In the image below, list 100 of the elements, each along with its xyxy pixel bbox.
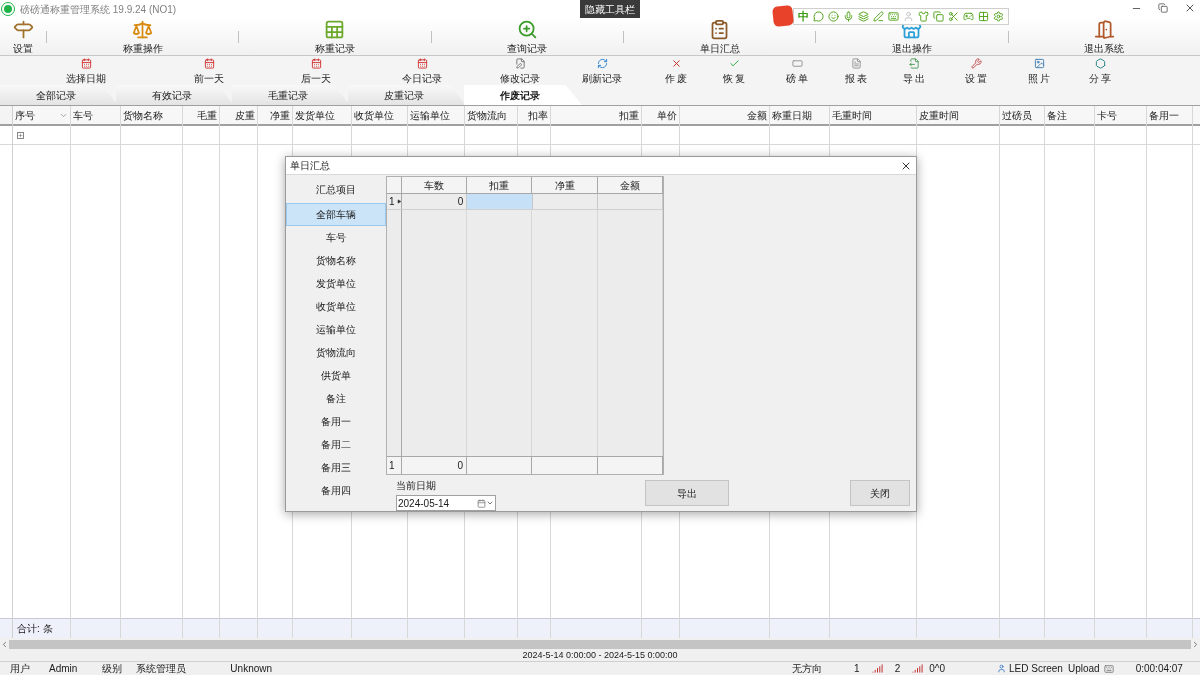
column-header[interactable]: 货物流向 [465,106,517,126]
column-header[interactable]: 卡号 [1095,106,1146,126]
footer-cell [258,618,292,638]
toolbar-button[interactable]: 修改记录 [492,56,548,86]
toolbar-button[interactable]: 报 表 [828,56,884,86]
tab[interactable]: 有效记录 [116,85,234,105]
dialog-title: 单日汇总 [290,159,330,173]
microphone-icon[interactable] [843,10,854,22]
list-item[interactable]: 收货单位 [286,295,386,318]
column-header[interactable]: 过磅员 [1000,106,1044,126]
toolbar-button[interactable]: 恢 复 [706,56,762,86]
date-label: 当前日期 [396,479,437,493]
column-header[interactable]: 净重 [258,106,292,126]
column-header[interactable]: 毛重 [183,106,219,126]
list-item[interactable]: 备用二 [286,433,386,456]
list-item[interactable]: 货物流向 [286,341,386,364]
list-header: 汇总项目 [315,182,357,197]
list-item[interactable]: 车号 [286,226,386,249]
tab[interactable]: 毛重记录 [232,85,350,105]
list-item[interactable]: 货物名称 [286,249,386,272]
column-header[interactable]: 发货单位 [293,106,351,126]
toolbar-button[interactable]: 设 置 [948,56,1004,86]
toolbar-button[interactable]: 作 废 [648,56,704,86]
footer-cell [1095,618,1146,638]
scroll-left-icon[interactable] [0,639,9,649]
keyboard-icon[interactable] [888,10,899,22]
toolbar-button[interactable]: 今日记录 [394,56,450,86]
expand-icon[interactable] [17,131,24,139]
toolbar-button[interactable]: 称重操作 [47,17,239,56]
toolbar-button[interactable]: 照 片 [1011,56,1067,86]
footer-cell [1147,618,1192,638]
app-logo-icon [2,3,14,15]
image-icon [1033,58,1045,69]
current-row-icon [396,199,401,204]
column-header[interactable]: 皮重时间 [917,106,999,126]
list-item[interactable]: 供货单 [286,364,386,387]
column-header[interactable]: 扣重 [467,177,533,193]
toolbar-button[interactable]: 设置 [0,17,46,56]
restore-icon[interactable] [1158,3,1168,13]
footer-cell [1000,618,1044,638]
list-item[interactable]: 备用四 [286,479,386,502]
close-icon[interactable] [1184,2,1196,14]
tab[interactable]: 作废记录 [464,85,582,105]
column-header[interactable]: 序号 [13,106,70,126]
column-header[interactable]: 备注 [1045,106,1094,126]
hexagon-icon [1094,58,1106,69]
shirt-icon[interactable] [918,10,929,22]
toolbar-button[interactable]: 分 享 [1072,56,1128,86]
date-picker[interactable]: 2024-05-14 [396,495,496,511]
toolbar-button[interactable]: 后一天 [288,56,344,86]
toolbar-button[interactable]: 查询记录 [431,17,623,56]
toolbar-button[interactable]: 刷新记录 [574,56,630,86]
column-header[interactable]: 单价 [642,106,679,126]
grid-icon[interactable] [978,10,989,22]
column-header[interactable]: 备用一 [1147,106,1192,126]
settings-icon[interactable] [993,10,1004,22]
gamepad-icon[interactable] [963,10,974,22]
column-header[interactable]: 车数 [401,177,468,193]
column-header[interactable]: 金额 [680,106,769,126]
column-header[interactable]: 运输单位 [408,106,464,126]
column-header[interactable]: 车号 [71,106,120,126]
toolbar-button[interactable]: 称重记录 [239,17,431,56]
list-item[interactable]: 全部车辆 [286,203,386,226]
list-item[interactable]: 发货单位 [286,272,386,295]
toolbar-button[interactable]: 前一天 [181,56,237,86]
tab[interactable]: 全部记录 [0,85,118,105]
smile-icon[interactable] [828,10,839,22]
copy-icon[interactable] [933,10,944,22]
list-item[interactable]: 运输单位 [286,318,386,341]
column-header[interactable]: 扣率 [518,106,550,126]
dialog-button[interactable]: 关闭 [850,480,910,506]
pen-icon[interactable] [873,10,884,22]
column-header[interactable]: 收货单位 [352,106,407,126]
toolbar-button[interactable]: 磅 单 [769,56,825,86]
list-item[interactable]: 备注 [286,387,386,410]
column-header[interactable]: 货物名称 [121,106,182,126]
door-icon [1093,18,1115,40]
ime-mode[interactable]: 中 [798,7,809,25]
tab[interactable]: 皮重记录 [348,85,466,105]
column-header[interactable]: 净重 [532,177,598,193]
scrollbar-thumb[interactable] [9,639,1191,649]
column-header[interactable] [1193,106,1200,126]
column-header[interactable]: 皮重 [220,106,257,126]
dialog-button[interactable]: 导出 [645,480,729,506]
column-header[interactable]: 扣重 [551,106,641,126]
footer-cell [352,618,407,638]
column-header[interactable]: 金额 [597,177,663,193]
scroll-right-icon[interactable] [1191,639,1200,649]
user-icon[interactable] [903,10,914,22]
list-item[interactable]: 备用三 [286,456,386,479]
footer-cell [121,618,182,638]
horizontal-scrollbar[interactable] [0,638,1200,650]
list-item[interactable]: 备用一 [286,410,386,433]
scissors-icon[interactable] [948,10,959,22]
toolbar-button[interactable]: 导 出 [886,56,942,86]
column-header[interactable]: 称重日期 [770,106,829,126]
toolbar-button[interactable]: 选择日期 [58,56,114,86]
layers-icon[interactable] [858,10,869,22]
column-header[interactable]: 毛重时间 [830,106,916,126]
toolbar-button[interactable]: 退出系统 [1008,17,1200,56]
